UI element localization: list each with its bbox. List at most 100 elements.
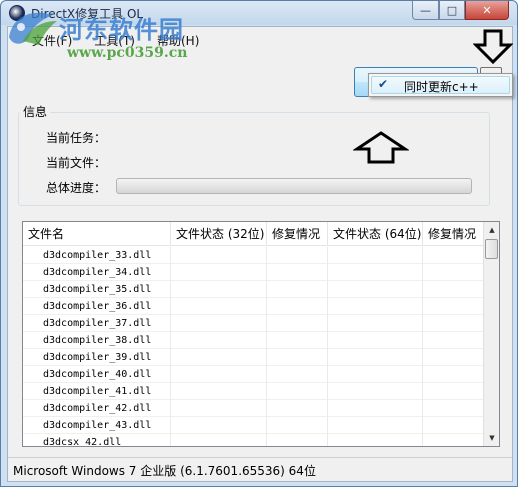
column-header-repair-32[interactable]: 修复情况	[267, 222, 328, 246]
file-list-scrollbar[interactable]: ▲ ▼	[483, 222, 499, 446]
table-row[interactable]: d3dcompiler_41.dll	[23, 383, 485, 400]
file-name-cell: d3dcompiler_35.dll	[23, 281, 171, 298]
table-row[interactable]: d3dcompiler_36.dll	[23, 298, 485, 315]
table-row[interactable]: d3dcompiler_38.dll	[23, 332, 485, 349]
file-list-rows: d3dcompiler_33.dll d3dcompiler_34.dll d3…	[23, 247, 485, 446]
column-header-repair-64[interactable]: 修复情况	[423, 222, 485, 246]
repair-64-cell	[423, 349, 485, 366]
repair-32-cell	[267, 247, 328, 264]
repair-64-cell	[423, 366, 485, 383]
watermark-logo	[9, 12, 57, 45]
table-row[interactable]: d3dcompiler_40.dll	[23, 366, 485, 383]
checkmark-icon: ✔	[378, 77, 389, 91]
status-32-cell	[171, 298, 267, 315]
repair-64-cell	[423, 264, 485, 281]
repair-options-menu: ✔ 同时更新c++	[368, 73, 513, 97]
info-group-title: 信息	[20, 103, 51, 120]
file-name-cell: d3dcompiler_34.dll	[23, 264, 171, 281]
os-version-text: Microsoft Windows 7 企业版 (6.1.7601.65536)…	[13, 464, 316, 478]
status-64-cell	[328, 400, 423, 417]
window-controls: — □ ✕	[412, 1, 509, 20]
repair-32-cell	[267, 366, 328, 383]
repair-32-cell	[267, 417, 328, 434]
status-32-cell	[171, 434, 267, 446]
status-64-cell	[328, 315, 423, 332]
table-row[interactable]: d3dcompiler_33.dll	[23, 247, 485, 264]
status-64-cell	[328, 349, 423, 366]
status-32-cell	[171, 366, 267, 383]
repair-64-cell	[423, 247, 485, 264]
status-64-cell	[328, 383, 423, 400]
minimize-button[interactable]: —	[412, 1, 439, 20]
repair-64-cell	[423, 400, 485, 417]
file-name-cell: d3dcompiler_36.dll	[23, 298, 171, 315]
status-64-cell	[328, 247, 423, 264]
repair-32-cell	[267, 264, 328, 281]
table-row[interactable]: d3dcompiler_35.dll	[23, 281, 485, 298]
table-row[interactable]: d3dcompiler_42.dll	[23, 400, 485, 417]
status-64-cell	[328, 264, 423, 281]
overall-progress-bar	[116, 178, 472, 194]
scroll-up-icon[interactable]: ▲	[484, 222, 499, 238]
scroll-down-icon[interactable]: ▼	[484, 430, 499, 446]
status-32-cell	[171, 332, 267, 349]
column-header-status-32[interactable]: 文件状态 (32位)	[171, 222, 267, 246]
file-list-header: 文件名 文件状态 (32位) 修复情况 文件状态 (64位) 修复情况	[23, 222, 485, 246]
watermark-site-name: 河东软件园	[59, 15, 184, 44]
file-name-cell: d3dcompiler_33.dll	[23, 247, 171, 264]
maximize-icon: □	[446, 3, 458, 17]
repair-32-cell	[267, 434, 328, 446]
close-icon: ✕	[482, 3, 492, 17]
repair-64-cell	[423, 417, 485, 434]
table-row[interactable]: d3dcompiler_43.dll	[23, 417, 485, 434]
scrollbar-thumb[interactable]	[485, 239, 498, 259]
status-64-cell	[328, 298, 423, 315]
status-32-cell	[171, 247, 267, 264]
current-file-label: 当前文件：	[46, 156, 107, 170]
status-32-cell	[171, 417, 267, 434]
repair-64-cell	[423, 281, 485, 298]
status-32-cell	[171, 349, 267, 366]
repair-64-cell	[423, 434, 485, 446]
repair-32-cell	[267, 281, 328, 298]
file-name-cell: d3dcompiler_39.dll	[23, 349, 171, 366]
status-64-cell	[328, 332, 423, 349]
status-32-cell	[171, 400, 267, 417]
table-row[interactable]: d3dcompiler_39.dll	[23, 349, 485, 366]
file-name-cell: d3dcompiler_37.dll	[23, 315, 171, 332]
current-task-label: 当前任务：	[46, 131, 107, 145]
repair-32-cell	[267, 400, 328, 417]
status-64-cell	[328, 281, 423, 298]
repair-64-cell	[423, 383, 485, 400]
table-row[interactable]: d3dcsx_42.dll	[23, 434, 485, 446]
menu-item-update-cpp[interactable]: ✔ 同时更新c++	[371, 76, 510, 94]
down-arrow-annotation-icon	[473, 29, 513, 65]
repair-32-cell	[267, 383, 328, 400]
table-row[interactable]: d3dcompiler_37.dll	[23, 315, 485, 332]
table-row[interactable]: d3dcompiler_34.dll	[23, 264, 485, 281]
file-name-cell: d3dcompiler_43.dll	[23, 417, 171, 434]
repair-32-cell	[267, 298, 328, 315]
file-name-cell: d3dcsx_42.dll	[23, 434, 171, 446]
status-64-cell	[328, 366, 423, 383]
up-arrow-annotation-icon	[353, 131, 409, 164]
close-button[interactable]: ✕	[465, 1, 509, 20]
status-64-cell	[328, 417, 423, 434]
file-name-cell: d3dcompiler_42.dll	[23, 400, 171, 417]
status-32-cell	[171, 383, 267, 400]
minimize-icon: —	[420, 3, 431, 17]
status-32-cell	[171, 264, 267, 281]
repair-32-cell	[267, 315, 328, 332]
status-bar: Microsoft Windows 7 企业版 (6.1.7601.65536)…	[8, 457, 512, 481]
column-header-filename[interactable]: 文件名	[23, 222, 171, 246]
column-header-status-64[interactable]: 文件状态 (64位)	[328, 222, 423, 246]
status-32-cell	[171, 281, 267, 298]
file-list[interactable]: 文件名 文件状态 (32位) 修复情况 文件状态 (64位) 修复情况 d3dc…	[22, 221, 500, 447]
main-window: DirectX修复工具 OL — □ ✕ 文件(F) 工具(T) 帮助(H) 检…	[0, 0, 518, 487]
watermark-url: www.pc0359.cn	[67, 45, 188, 61]
repair-32-cell	[267, 332, 328, 349]
overall-progress-label: 总体进度：	[46, 181, 107, 195]
file-name-cell: d3dcompiler_41.dll	[23, 383, 171, 400]
repair-64-cell	[423, 298, 485, 315]
maximize-button[interactable]: □	[439, 1, 465, 20]
